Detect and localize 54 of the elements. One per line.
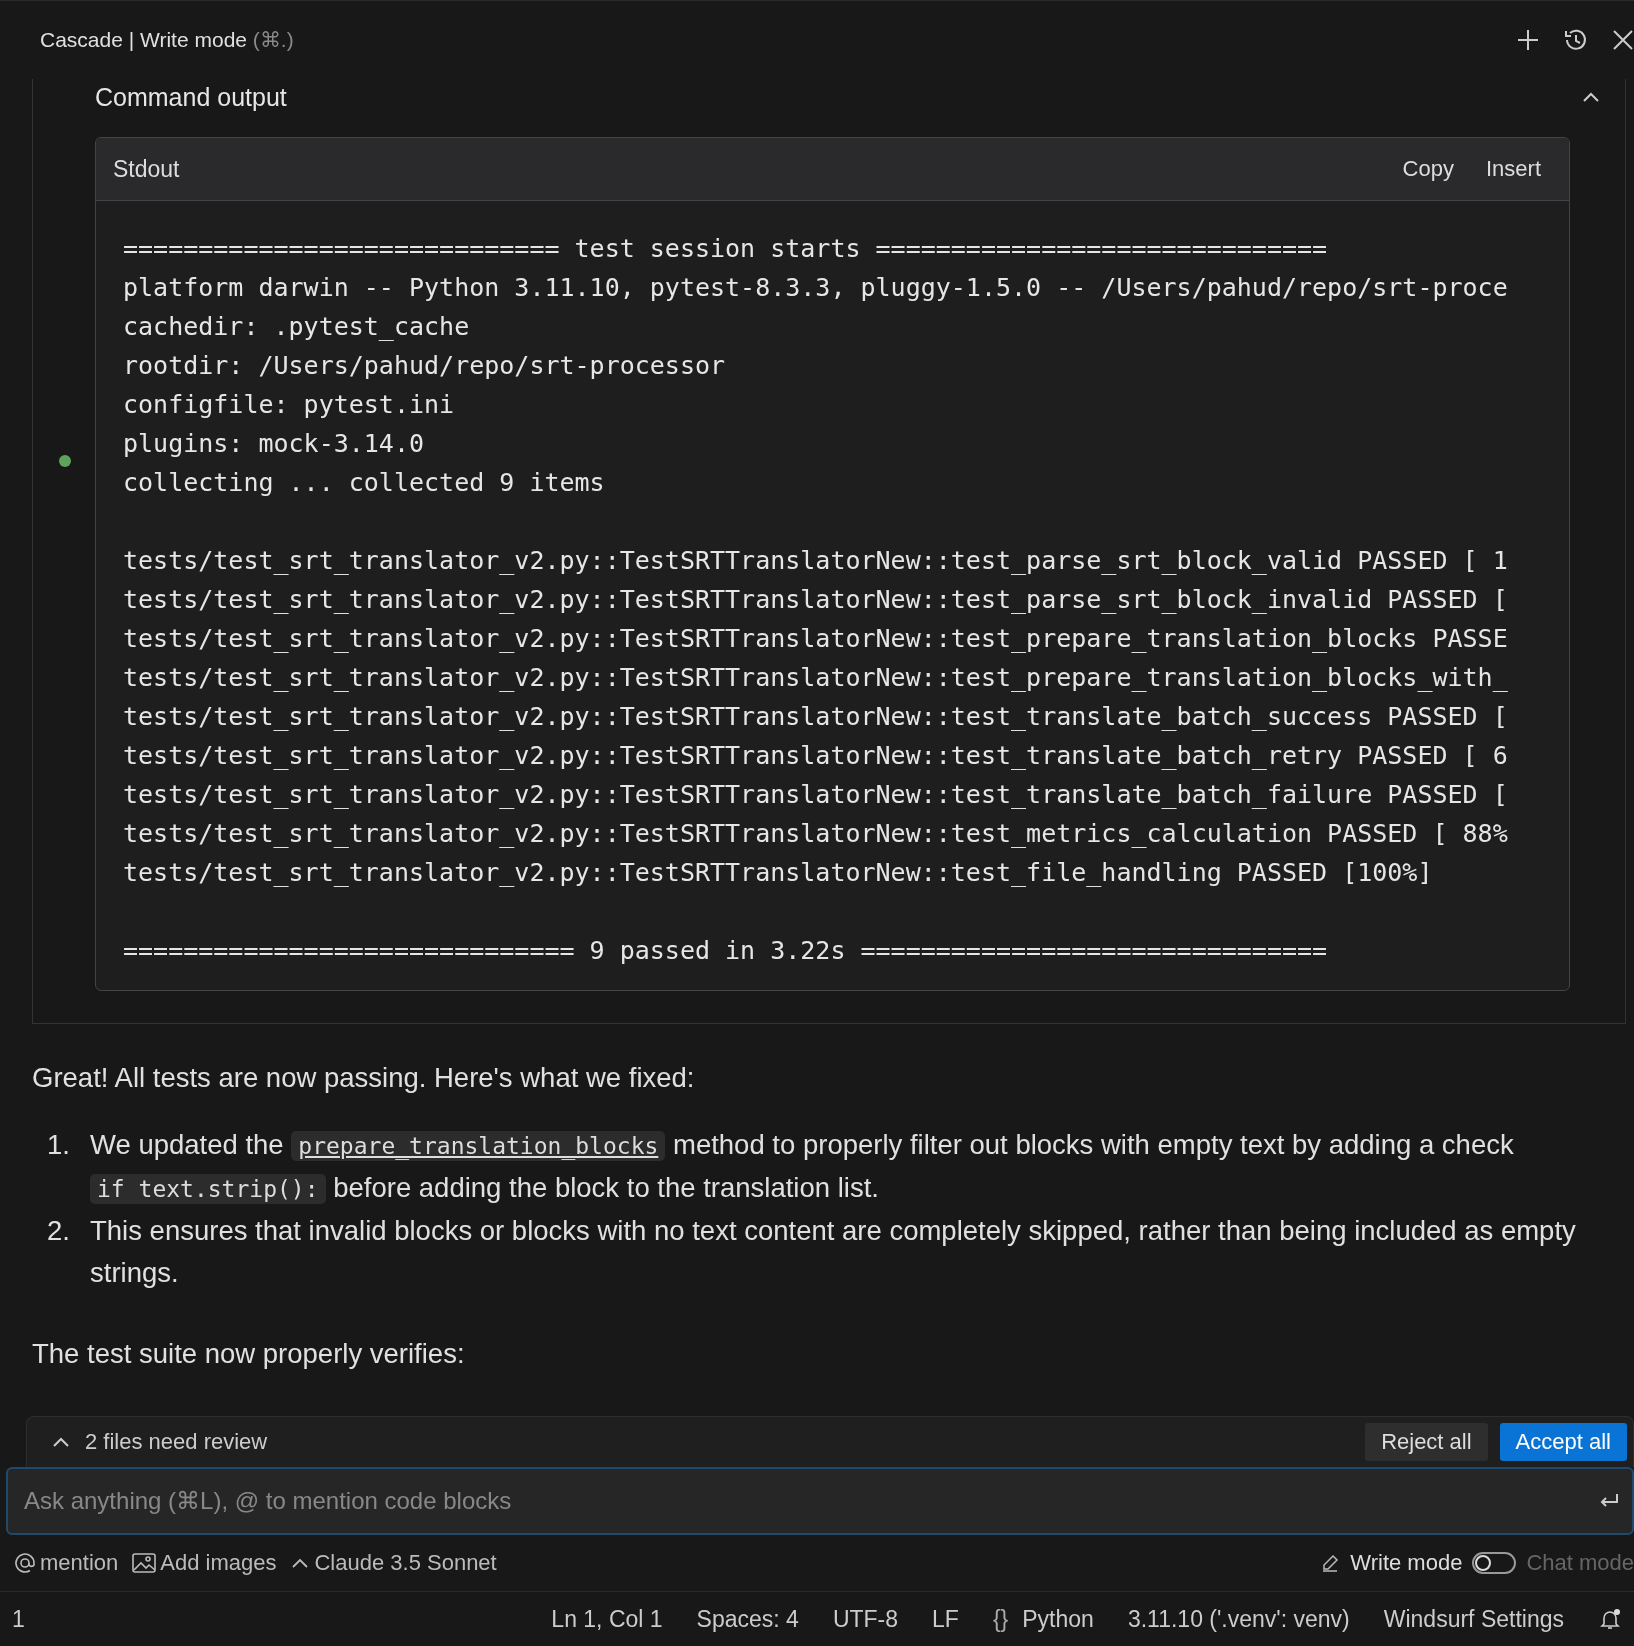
status-item[interactable]: 3.11.10 ('.venv': venv)	[1127, 1605, 1350, 1633]
mode-label: Write mode	[1350, 1550, 1463, 1576]
plus-icon[interactable]	[1516, 28, 1540, 52]
list-item-text: We updated the prepare_translation_blocks method to properly filter out blocks with empty text by adding a check if text.strip(): before adding the block to the translation list.	[90, 1128, 1515, 1206]
status-item[interactable]: Ln 1, Col 1	[551, 1605, 663, 1633]
chevron-icon[interactable]	[1581, 90, 1601, 104]
review-label: 2 files need review	[85, 1429, 268, 1455]
output-line: ============================== 9 passed in 3.22s ===============================	[123, 935, 1328, 967]
image-icon	[132, 1553, 157, 1573]
output-line: tests/test_srt_translator_v2.py::TestSRTTranslatorNew::test_prepare_translation_blocks_with_	[123, 662, 1508, 694]
output-line: tests/test_srt_translator_v2.py::TestSRTTranslatorNew::test_translate_batch_success PASSED [	[123, 701, 1508, 733]
section-title: Command output	[95, 82, 287, 112]
action-button[interactable]: Copy	[1394, 152, 1462, 186]
output-line: tests/test_srt_translator_v2.py::TestSRTTranslatorNew::test_prepare_translation_blocks PASSE	[123, 623, 1508, 655]
input-field[interactable]: Ask anything (⌘L), @ to mention code blocks	[6, 1467, 1634, 1535]
toolbar-button[interactable]: mention	[14, 1550, 119, 1576]
bell-icon[interactable]	[1598, 1607, 1622, 1631]
output-line: tests/test_srt_translator_v2.py::TestSRTTranslatorNew::test_parse_srt_block_invalid PASSED [	[123, 584, 1508, 616]
pencil-icon	[1320, 1553, 1341, 1573]
output-line: tests/test_srt_translator_v2.py::TestSRTTranslatorNew::test_translate_batch_retry PASSED [ 6	[123, 740, 1508, 772]
output-line: tests/test_srt_translator_v2.py::TestSRTTranslatorNew::test_metrics_calculation PASSED [ 88%	[123, 818, 1508, 850]
output-line: tests/test_srt_translator_v2.py::TestSRTTranslatorNew::test_translate_batch_failure PASSED [	[123, 779, 1508, 811]
panel-title: Cascade | Write mode (⌘.)	[40, 28, 294, 52]
output-line: ============================= test session starts ==============================	[123, 233, 1328, 265]
at-sign-icon	[14, 1552, 36, 1574]
status-item[interactable]: LF	[932, 1605, 959, 1633]
output-line: rootdir: /Users/pahud/repo/srt-processor	[123, 350, 726, 382]
mode-toggle[interactable]	[1472, 1552, 1517, 1574]
output-line: cachedir: .pytest_cache	[123, 311, 470, 343]
output-line: tests/test_srt_translator_v2.py::TestSRTTranslatorNew::test_parse_srt_block_valid PASSED [ 1	[123, 545, 1508, 577]
close-icon[interactable]	[1612, 29, 1634, 51]
output-line: plugins: mock-3.14.0	[123, 428, 425, 460]
toolbar-button[interactable]: Add images	[132, 1550, 277, 1576]
panel-label: Stdout	[113, 155, 180, 183]
output-line: configfile: pytest.ini	[123, 389, 455, 421]
output-line: platform darwin -- Python 3.11.10, pytest-8.3.3, pluggy-1.5.0 -- /Users/pahud/repo/srt-proce	[123, 272, 1508, 304]
status-item[interactable]: UTF-8	[832, 1605, 899, 1633]
status-item[interactable]: Windsurf Settings	[1383, 1605, 1564, 1633]
message-text: Great! All tests are now passing. Here's what we fixed:	[32, 1062, 696, 1094]
list-number: 1.	[46, 1128, 70, 1162]
review-button[interactable]: Accept all	[1499, 1423, 1627, 1461]
mode-label: Chat mode	[1526, 1550, 1634, 1576]
status-item[interactable]: Spaces: 4	[696, 1605, 799, 1633]
list-item-text: This ensures that invalid blocks or blocks with no text content are completely skipped, rather than being included as empty strings.	[90, 1214, 1577, 1290]
output-line: tests/test_srt_translator_v2.py::TestSRTTranslatorNew::test_file_handling PASSED [100%]	[123, 857, 1433, 889]
list-number: 2.	[46, 1214, 70, 1248]
output-line: collecting ... collected 9 items	[123, 467, 605, 499]
action-button[interactable]: Insert	[1477, 152, 1549, 186]
toolbar-button[interactable]: Claude 3.5 Sonnet	[290, 1550, 497, 1576]
status-item[interactable]: {} Python	[992, 1605, 1094, 1633]
message-text: The test suite now properly verifies:	[32, 1338, 466, 1370]
review-button[interactable]: Reject all	[1365, 1423, 1488, 1461]
status-item[interactable]: 1	[12, 1605, 25, 1633]
chevron-icon[interactable]	[51, 1435, 71, 1449]
